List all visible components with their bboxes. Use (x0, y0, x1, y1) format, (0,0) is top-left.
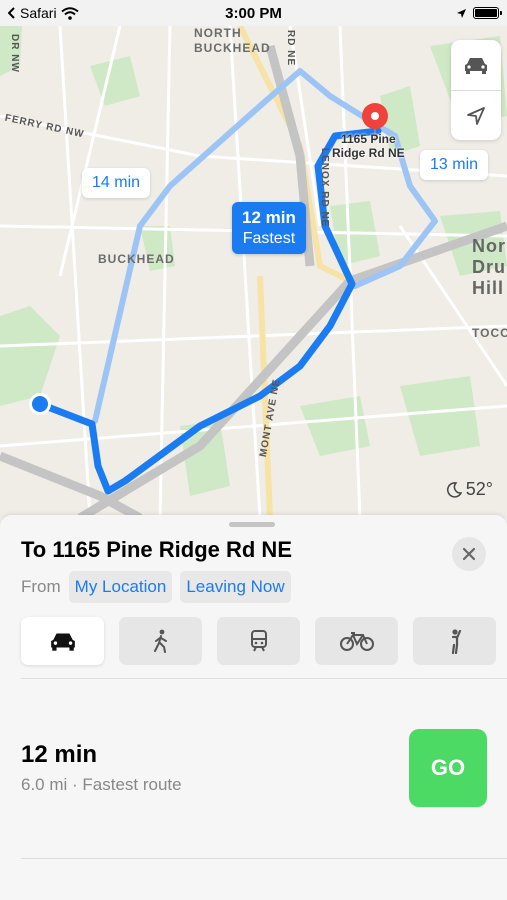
status-left: Safari (8, 5, 158, 21)
map-label-toco: TOCO (472, 326, 507, 340)
car-icon (465, 58, 487, 74)
bike-icon (339, 632, 374, 651)
fastest-route-time: 12 min (242, 208, 296, 227)
status-bar: Safari 3:00 PM (0, 0, 507, 26)
sheet-grabber[interactable] (229, 522, 275, 527)
divider (21, 858, 507, 859)
go-button[interactable]: GO (409, 729, 487, 807)
weather-temp: 52° (465, 479, 493, 499)
directions-sheet: To 1165 Pine Ridge Rd NE From My Locatio… (0, 515, 507, 900)
moon-icon (446, 481, 462, 498)
car-icon (50, 633, 75, 651)
battery-icon (472, 7, 502, 19)
location-arrow-icon (456, 8, 466, 18)
driving-mode-button[interactable] (451, 40, 501, 90)
mode-transit-button[interactable] (217, 617, 300, 665)
close-icon (462, 547, 476, 561)
mode-walk-button[interactable] (119, 617, 202, 665)
weather-indicator: 52° (446, 479, 493, 500)
status-right (349, 7, 502, 19)
map-view[interactable]: NORTH BUCKHEAD BUCKHEAD Nor Dru Hill TOC… (0, 26, 507, 518)
map-label-lenox-rd: LENOX RD NE (319, 148, 330, 228)
destination-title: To 1165 Pine Ridge Rd NE (21, 537, 292, 562)
origin-chip[interactable]: My Location (68, 571, 173, 603)
map-label-north-druid-hills: Nor Dru Hill (472, 236, 506, 298)
close-button[interactable] (452, 537, 486, 571)
destination-label: 1165 Pine Ridge Rd NE (332, 132, 405, 160)
map-canvas (0, 26, 507, 518)
back-arrow-icon[interactable] (8, 7, 16, 19)
map-label-north-buckhead: NORTH BUCKHEAD (194, 26, 271, 55)
status-time: 3:00 PM (225, 4, 282, 22)
map-label-buckhead: BUCKHEAD (98, 252, 175, 266)
from-row: From My Location Leaving Now (21, 571, 291, 603)
back-app-label[interactable]: Safari (20, 5, 57, 21)
transport-modes (21, 617, 496, 665)
fastest-route-label: Fastest (242, 230, 296, 247)
route-time-callout-alt-right[interactable]: 13 min (420, 150, 489, 180)
mode-drive-button[interactable] (21, 617, 104, 665)
walk-icon (153, 629, 167, 653)
map-controls (451, 40, 501, 140)
transit-icon (250, 630, 267, 652)
fastest-route-callout[interactable]: 12 min Fastest (232, 202, 306, 254)
departure-time-chip[interactable]: Leaving Now (180, 571, 291, 603)
tracking-button[interactable] (451, 90, 501, 140)
route-detail: 6.0 mi · Fastest route (21, 775, 182, 794)
map-label-rd-ne: RD NE (285, 30, 296, 67)
rideshare-icon (451, 629, 461, 654)
map-label-dr-nw: DR NW (9, 34, 20, 73)
mode-bike-button[interactable] (315, 617, 398, 665)
location-arrow-icon (467, 106, 485, 125)
route-time[interactable]: 12 min (21, 741, 97, 769)
route-time-callout-alt-left[interactable]: 14 min (82, 168, 151, 198)
from-label: From (21, 577, 61, 596)
divider (21, 678, 507, 679)
wifi-icon (60, 6, 79, 20)
mode-rideshare-button[interactable] (413, 617, 496, 665)
